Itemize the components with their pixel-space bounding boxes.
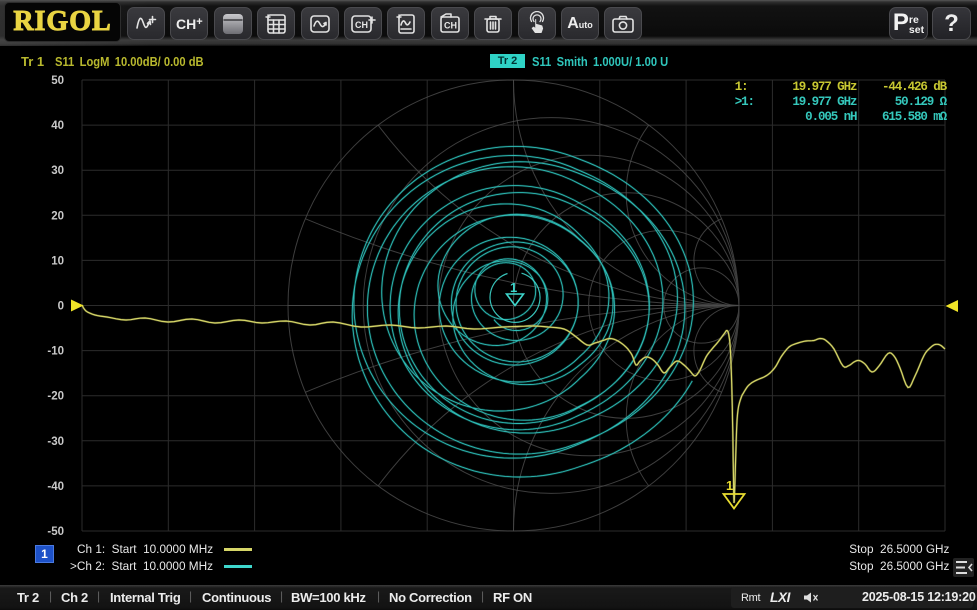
svg-text:50: 50 xyxy=(51,75,64,87)
svg-text:30: 30 xyxy=(51,165,64,177)
svg-text:-40: -40 xyxy=(47,481,64,493)
svg-text:-10: -10 xyxy=(47,346,64,358)
svg-text:1: 1 xyxy=(726,478,733,493)
svg-text:40: 40 xyxy=(51,120,64,132)
svg-text:-20: -20 xyxy=(47,391,64,403)
svg-text:-30: -30 xyxy=(47,436,64,448)
svg-text:10: 10 xyxy=(51,255,64,267)
svg-text:1: 1 xyxy=(510,280,517,295)
svg-text:0: 0 xyxy=(58,301,64,313)
svg-text:20: 20 xyxy=(51,210,64,222)
svg-text:-50: -50 xyxy=(47,526,64,538)
